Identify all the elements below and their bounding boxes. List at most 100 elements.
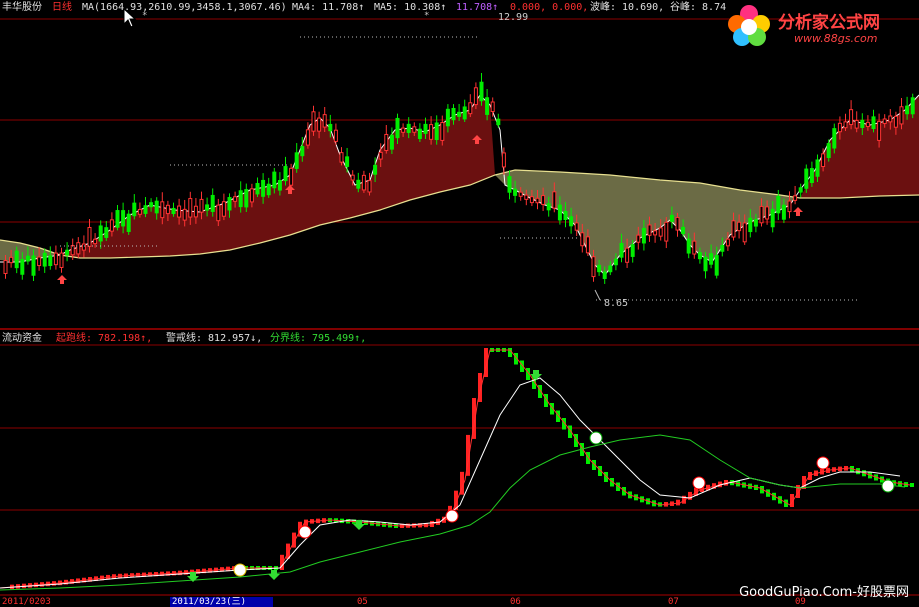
candle-body: [244, 189, 249, 208]
candle-body: [305, 129, 310, 146]
candle-body: [832, 128, 837, 149]
marker-star: *: [142, 11, 148, 21]
candle-body: [9, 256, 14, 264]
candle-body: [445, 108, 450, 127]
candle-body: [602, 271, 607, 280]
candle-body: [361, 174, 366, 191]
candle-body: [641, 227, 646, 244]
candle-body: [182, 208, 187, 221]
indicator-bar: [586, 452, 590, 464]
candle-body: [115, 210, 120, 228]
candle-body: [42, 252, 47, 267]
candle-body: [793, 195, 798, 201]
date-selected: 2011/03/23(三): [172, 597, 247, 607]
site-logo: 分析家公式网 www.88gs.com: [720, 2, 919, 50]
candle-body: [283, 166, 288, 182]
candle-body: [98, 225, 103, 242]
candle-body: [541, 195, 546, 205]
candle-body: [109, 219, 114, 232]
candle-body: [473, 87, 478, 106]
candle-body: [311, 111, 316, 132]
candle-body: [171, 207, 176, 215]
candle-body: [865, 121, 870, 128]
candle-body: [669, 214, 674, 222]
ma5-value: MA5: 10.308↑: [374, 2, 447, 13]
candle-body: [143, 205, 148, 214]
candle-body: [709, 253, 714, 265]
candle-body: [76, 242, 81, 255]
candle-body: [860, 119, 865, 128]
candle-body: [210, 194, 215, 212]
candle-body: [748, 217, 753, 233]
candle-body: [765, 206, 770, 220]
candle-body: [188, 198, 193, 218]
candle-body: [658, 227, 663, 237]
candle-body: [837, 122, 842, 133]
candle-body: [199, 198, 204, 213]
candle-body: [70, 245, 75, 256]
candle-body: [233, 196, 238, 202]
candle-body: [815, 159, 820, 177]
candle-body: [910, 97, 915, 115]
candle-body: [714, 255, 719, 276]
candle-body: [322, 114, 327, 128]
date-start: 2011/0203: [2, 597, 51, 607]
valley-value: 谷峰: 8.74: [670, 2, 727, 13]
candle-body: [238, 190, 243, 208]
candle-body: [406, 123, 411, 133]
candle-body: [261, 179, 266, 197]
candle-body: [882, 118, 887, 124]
candle-body: [569, 216, 574, 227]
candle-body: [490, 101, 495, 113]
candle-body: [149, 202, 154, 208]
candle-body: [401, 127, 406, 133]
candle-body: [137, 208, 142, 215]
candle-body: [339, 152, 344, 163]
candle-body: [871, 116, 876, 129]
candle-body: [759, 205, 764, 224]
candle-body: [345, 156, 350, 167]
candle-body: [3, 260, 8, 274]
candle-body: [65, 249, 70, 256]
candle-body: [440, 122, 445, 141]
candle-body: [529, 196, 534, 204]
candle-body: [53, 252, 58, 266]
flower-logo-icon: [728, 5, 770, 46]
date-month-05: 05: [357, 597, 368, 607]
candle-body: [737, 221, 742, 232]
candle-body: [87, 226, 92, 247]
candle-body: [294, 152, 299, 169]
candle-body: [580, 232, 585, 247]
candle-body: [809, 168, 814, 183]
candle-body: [350, 174, 355, 181]
candle-body: [367, 180, 372, 193]
candle-body: [686, 238, 691, 254]
candle-body: [720, 244, 725, 252]
candle-body: [804, 168, 809, 189]
candle-body: [613, 258, 618, 266]
candle-body: [647, 224, 652, 236]
candle-body: [14, 250, 19, 269]
candle-body: [636, 234, 641, 243]
indicator-bar: [676, 499, 680, 506]
candle-body: [798, 187, 803, 193]
stock-name: 丰华股份: [2, 2, 42, 13]
high-price-label: 12.99: [498, 12, 529, 23]
boundary-line-value: 分界线: 795.499↑,: [270, 333, 367, 344]
candle-body: [468, 102, 473, 115]
candle-body: [731, 220, 736, 238]
candle-body: [277, 180, 282, 191]
candle-body: [546, 203, 551, 211]
candle-body: [412, 126, 417, 133]
candle-body: [776, 195, 781, 214]
candle-body: [462, 106, 467, 120]
candle-body: [843, 121, 848, 129]
candle-body: [905, 105, 910, 115]
candle-body: [272, 171, 277, 189]
start-line-value: 起跑线: 782.198↑,: [56, 333, 153, 344]
marker-star: *: [424, 11, 430, 21]
candle-body: [608, 265, 613, 273]
candle-body: [333, 129, 338, 142]
candle-body: [423, 123, 428, 134]
candle-body: [126, 213, 131, 232]
